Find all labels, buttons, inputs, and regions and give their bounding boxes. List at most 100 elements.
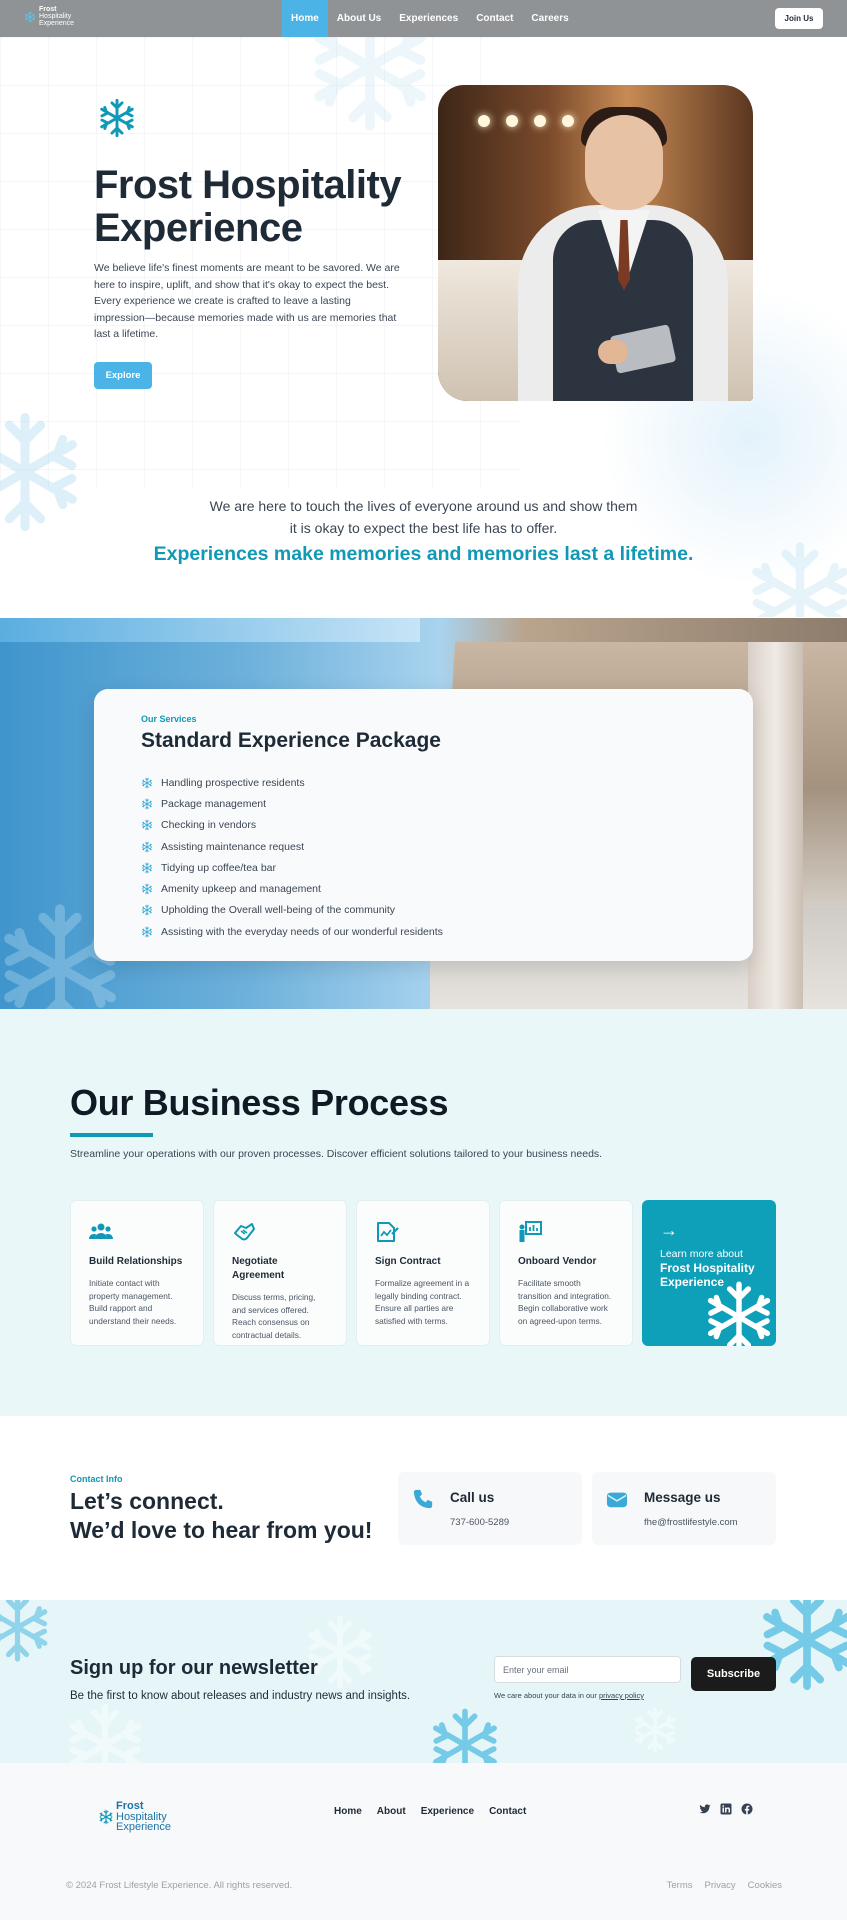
footer-link-experience[interactable]: Experience	[421, 1806, 474, 1817]
snowflake-decoration-icon	[425, 1705, 505, 1763]
nav-about-us[interactable]: About Us	[328, 0, 390, 37]
step-title: Sign Contract	[375, 1256, 441, 1267]
service-text: Tidying up coffee/tea bar	[161, 861, 276, 874]
nav-links: Home About Us Experiences Contact Career…	[282, 0, 578, 37]
intro-line2: it is okay to expect the best life has t…	[289, 520, 558, 536]
email-input[interactable]: Enter your email	[494, 1656, 681, 1683]
nav-experiences[interactable]: Experiences	[390, 0, 467, 37]
snowflake-bullet-icon	[142, 819, 152, 831]
hero-title: Frost Hospitality Experience	[94, 163, 402, 250]
service-text: Assisting maintenance request	[161, 840, 304, 853]
nav-contact[interactable]: Contact	[467, 0, 522, 37]
process-card: Negotiate Agreement Discuss terms, prici…	[213, 1200, 347, 1346]
footer-link-home[interactable]: Home	[334, 1806, 362, 1817]
logo-line3: Experience	[39, 20, 75, 27]
newsletter-title: Sign up for our newsletter	[70, 1657, 318, 1679]
terms-link[interactable]: Terms	[667, 1880, 693, 1891]
step-description: Discuss terms, pricing, and services off…	[232, 1292, 316, 1340]
step-title: Build Relationships	[89, 1256, 183, 1267]
social-links	[699, 1803, 753, 1815]
call-label: Call us	[450, 1490, 495, 1505]
list-item: Upholding the Overall well-being of the …	[141, 900, 443, 921]
service-text: Package management	[161, 797, 267, 810]
services-card: Our Services Standard Experience Package…	[94, 689, 753, 961]
nav-careers[interactable]: Careers	[522, 0, 577, 37]
person-head	[585, 115, 663, 210]
logo-text: Frost Hospitality Experience	[39, 6, 74, 27]
snowflake-decoration-icon	[0, 1600, 55, 1665]
handshake-icon	[234, 1223, 255, 1241]
snowflake-decoration-icon	[60, 1700, 150, 1763]
process-subtitle: Streamline your operations with our prov…	[70, 1148, 603, 1160]
join-us-button[interactable]: Join Us	[775, 8, 823, 29]
call-card[interactable]: Call us 737-600-5289	[398, 1472, 582, 1545]
service-text: Handling prospective residents	[161, 776, 305, 789]
lobby-pillar	[748, 642, 803, 1009]
step-description: Initiate contact with property managemen…	[89, 1278, 177, 1326]
privacy-note: We care about your data in our privacy p…	[494, 1691, 644, 1700]
phone-icon	[413, 1489, 433, 1509]
snowflake-bullet-icon	[142, 862, 152, 874]
email-address[interactable]: fhe@frostlifestyle.com	[644, 1517, 738, 1528]
presenter-icon	[519, 1221, 542, 1242]
footer: Frost Hospitality Experience Home About …	[0, 1763, 847, 1920]
services-list: Handling prospective residents Package m…	[141, 772, 443, 942]
list-item: Assisting maintenance request	[141, 836, 443, 857]
twitter-icon[interactable]	[699, 1803, 711, 1815]
newsletter-text: Be the first to know about releases and …	[70, 1690, 411, 1702]
contact-eyebrow: Contact Info	[70, 1474, 123, 1484]
message-label: Message us	[644, 1490, 721, 1505]
snowflake-icon	[25, 11, 35, 22]
service-text: Assisting with the everyday needs of our…	[161, 925, 443, 938]
snowflake-brand-icon	[100, 98, 134, 138]
snowflake-decoration-icon	[700, 1278, 776, 1346]
nav-logo[interactable]: Frost Hospitality Experience	[24, 6, 74, 27]
snowflake-bullet-icon	[142, 841, 152, 852]
linkedin-icon[interactable]	[720, 1803, 732, 1815]
top-nav: Frost Hospitality Experience Home About …	[0, 0, 847, 37]
step-description: Formalize agreement in a legally binding…	[375, 1278, 470, 1326]
footer-logo-line3: Experience	[116, 1821, 172, 1833]
process-card: Onboard Vendor Facilitate smooth transit…	[499, 1200, 633, 1346]
lamp	[534, 115, 546, 127]
intro-line1: We are here to touch the lives of everyo…	[209, 498, 638, 514]
list-item: Assisting with the everyday needs of our…	[141, 921, 443, 942]
message-card[interactable]: Message us fhe@frostlifestyle.com	[592, 1472, 776, 1545]
people-icon	[89, 1223, 113, 1239]
list-item: Checking in vendors	[141, 815, 443, 836]
nav-home[interactable]: Home	[282, 0, 328, 37]
list-item: Package management	[141, 793, 443, 814]
phone-number[interactable]: 737-600-5289	[450, 1517, 509, 1528]
logo-line2: Hospitality	[39, 13, 72, 20]
privacy-link[interactable]: Privacy	[705, 1880, 736, 1891]
snowflake-icon	[99, 1809, 113, 1825]
privacy-policy-link[interactable]: privacy policy	[599, 1691, 644, 1700]
hero-tagline: Experiences make memories and memories l…	[153, 543, 694, 565]
footer-link-about[interactable]: About	[377, 1806, 406, 1817]
learn-more-card[interactable]: → Learn more about Frost Hospitality Exp…	[642, 1200, 776, 1346]
decor-strip	[0, 618, 420, 642]
snowflake-bullet-icon	[142, 798, 152, 810]
snowflake-decoration-icon	[635, 1707, 675, 1753]
snowflake-decoration-icon	[300, 37, 440, 137]
cookies-link[interactable]: Cookies	[748, 1880, 782, 1891]
business-process-section: Our Business Process Streamline your ope…	[0, 1009, 847, 1416]
hero-photo	[438, 85, 753, 401]
step-title: Negotiate Agreement	[232, 1256, 285, 1281]
lamp	[562, 115, 574, 127]
service-text: Amenity upkeep and management	[161, 883, 321, 896]
snowflake-decoration-icon	[300, 1612, 380, 1692]
footer-logo-text: Frost Hospitality Experience	[116, 1801, 171, 1833]
explore-button[interactable]: Explore	[94, 362, 152, 389]
legal-links: Terms Privacy Cookies	[667, 1880, 782, 1891]
hero-description: We believe life's finest moments are mea…	[94, 262, 400, 340]
contact-title: Let’s connect. We’d love to hear from yo…	[70, 1487, 372, 1545]
footer-logo[interactable]: Frost Hospitality Experience	[98, 1801, 171, 1833]
footer-link-contact[interactable]: Contact	[489, 1806, 526, 1817]
facebook-icon[interactable]	[741, 1803, 753, 1815]
subscribe-button[interactable]: Subscribe	[691, 1657, 776, 1691]
services-eyebrow: Our Services	[141, 714, 197, 724]
contact-section: Contact Info Let’s connect. We’d love to…	[0, 1416, 847, 1600]
title-underline	[70, 1133, 153, 1137]
snowflake-bullet-icon	[142, 904, 152, 916]
